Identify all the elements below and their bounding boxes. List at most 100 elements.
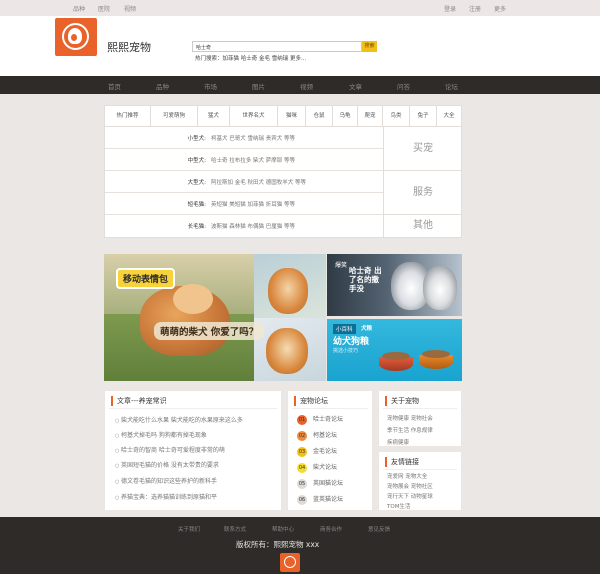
food-bowl-icon: [379, 352, 413, 371]
dog-shape: [266, 328, 308, 374]
buy-pets-link[interactable]: 买宠: [383, 127, 462, 171]
forum-link[interactable]: 05 英国猫论坛: [297, 478, 343, 489]
tab-all[interactable]: 大全: [437, 106, 461, 127]
friend-link[interactable]: 宠物展会 宠物社区: [387, 482, 433, 492]
category-row-medium-dogs: 中型犬: 哈士奇 拉布拉多 柴犬 萨摩耶 等等: [105, 149, 383, 171]
row-items[interactable]: 英短猫 美短猫 加菲猫 折耳猫 等等: [211, 200, 295, 208]
site-logo[interactable]: [55, 18, 97, 56]
more-link[interactable]: 更多: [494, 4, 506, 13]
forum-link[interactable]: 02 柯基论坛: [297, 430, 337, 441]
row-items[interactable]: 柯基犬 巴哥犬 雪纳瑞 贵宾犬 等等: [211, 134, 295, 142]
footer-link-about[interactable]: 关于我们: [178, 525, 200, 533]
food-bowl-icon: [419, 350, 453, 369]
row-label: 大型犬:: [187, 180, 206, 186]
site-header: 熙熙宠物 哈士奇 搜索 热门搜索：加菲猫 哈士奇 金毛 雪纳瑞 更多...: [0, 16, 600, 76]
forum-link[interactable]: 01 哈士奇论坛: [297, 414, 343, 425]
tab-birds[interactable]: 鸟类: [383, 106, 410, 127]
friend-link[interactable]: 宠爱网 宠物大全: [387, 472, 433, 482]
rank-badge: 02: [297, 431, 307, 441]
about-link[interactable]: 宠物健康 宠物社会: [387, 413, 433, 425]
tab-reptile[interactable]: 爬宠: [358, 106, 383, 127]
nav-breeds[interactable]: 品种: [156, 81, 169, 91]
friend-link[interactable]: TOM生活: [387, 502, 433, 512]
forum-link[interactable]: 03 金毛论坛: [297, 446, 337, 457]
friend-links-panel: 友情链接 宠爱网 宠物大全 宠物展会 宠物社区 宠行天下 动物星球 TOM生活: [378, 451, 462, 511]
tab-hot[interactable]: 热门推荐: [105, 106, 151, 127]
login-link[interactable]: 登录: [444, 4, 456, 13]
other-link[interactable]: 其他: [383, 215, 462, 237]
pet-logo-icon: [284, 556, 296, 568]
kibble: [422, 350, 450, 358]
article-link[interactable]: 养猫宝典：选养猫猫训练到原猫和平: [115, 492, 217, 501]
tab-cats[interactable]: 猫咪: [278, 106, 306, 127]
row-items[interactable]: 波斯猫 森林猫 布偶猫 巴厘猫 等等: [211, 222, 295, 230]
encyclopedia-badge: 小百科: [333, 324, 356, 334]
top-utility-bar: 品种 医院 视频 登录 注册 更多: [0, 0, 600, 16]
tab-rabbit[interactable]: 兔子: [410, 106, 437, 127]
rank-badge: 04: [297, 463, 307, 473]
article-link[interactable]: 哈士奇的智商 哈士奇可爱程度非常的萌: [115, 445, 225, 454]
divider: [292, 408, 368, 409]
tab-famous-dogs[interactable]: 世界名犬: [230, 106, 278, 127]
category-row-large-dogs: 大型犬: 阿拉斯加 金毛 秋田犬 德国牧羊犬 等等: [105, 171, 383, 193]
banner-puppy-food[interactable]: 小百科 犬粮 幼犬狗粮 挑选小技巧: [327, 319, 462, 381]
nav-videos[interactable]: 视频: [300, 81, 313, 91]
forum-link[interactable]: 04 柴犬论坛: [297, 462, 337, 473]
banner-shiba-inu[interactable]: 移动表情包 萌萌的柴犬 你爱了吗？: [104, 254, 326, 381]
category-row-longhair-cats: 长毛猫: 波斯猫 森林猫 布偶猫 巴厘猫 等等: [105, 215, 383, 237]
nav-qa[interactable]: 问答: [397, 81, 410, 91]
puppy-food-subtitle: 挑选小技巧: [333, 348, 359, 354]
nav-articles[interactable]: 文章: [349, 81, 362, 91]
top-link-video[interactable]: 视频: [124, 4, 136, 13]
search-input[interactable]: 哈士奇: [192, 41, 362, 52]
category-panel: 热门推荐 可爱萌狗 猛犬 世界名犬 猫咪 仓鼠 乌龟 爬宠 鸟类 兔子 大全 小…: [104, 105, 462, 238]
nav-home[interactable]: 首页: [108, 81, 121, 91]
footer-link-feedback[interactable]: 意见反馈: [368, 525, 390, 533]
top-link-hospital[interactable]: 医院: [98, 4, 110, 13]
footer-logo[interactable]: [280, 553, 300, 572]
dog-food-label: 犬粮: [361, 326, 373, 332]
nav-forum[interactable]: 论坛: [445, 81, 458, 91]
search-button[interactable]: 搜索: [362, 41, 377, 52]
pet-logo-inner: [71, 34, 77, 41]
shiba-portrait-bottom: [254, 318, 326, 381]
husky-small-text: 爆笑: [335, 262, 348, 269]
articles-panel: 文章---养宠常识 柴犬能吃什么水果 柴犬能吃的水果原来这么多 柯基犬掉毛吗 狗…: [104, 390, 282, 511]
forum-link[interactable]: 06 蓝英猫论坛: [297, 494, 343, 505]
category-row-small-dogs: 小型犬: 柯基犬 巴哥犬 雪纳瑞 贵宾犬 等等: [105, 127, 383, 149]
tab-cute-dogs[interactable]: 可爱萌狗: [151, 106, 198, 127]
article-link[interactable]: 柴犬能吃什么水果 柴犬能吃的水果原来这么多: [115, 415, 243, 424]
footer-link-business[interactable]: 商务合作: [320, 525, 342, 533]
tab-turtle[interactable]: 乌龟: [333, 106, 358, 127]
top-link-breeds[interactable]: 品种: [73, 4, 85, 13]
about-title: 关于宠物: [385, 396, 419, 406]
brand-name: 熙熙宠物: [107, 41, 151, 54]
forum-label: 柯基论坛: [313, 432, 338, 439]
nav-pictures[interactable]: 图片: [252, 81, 265, 91]
footer-link-contact[interactable]: 联系方式: [224, 525, 246, 533]
tab-hamster[interactable]: 仓鼠: [306, 106, 333, 127]
banner-husky[interactable]: 爆笑 哈士奇 出了名的撒手没: [327, 254, 462, 316]
nav-market[interactable]: 市场: [204, 81, 217, 91]
about-link[interactable]: 季节生活 作息规律: [387, 425, 433, 437]
footer-link-help[interactable]: 帮助中心: [272, 525, 294, 533]
rank-badge: 05: [297, 479, 307, 489]
row-label: 短毛猫:: [187, 202, 206, 208]
forum-label: 蓝英猫论坛: [313, 496, 344, 503]
forum-panel: 宠物论坛 01 哈士奇论坛 02 柯基论坛 03 金毛论坛 04 柴犬论坛 05 英国猫论…: [287, 390, 373, 511]
emoji-pack-tag: 移动表情包: [116, 268, 176, 289]
tab-fierce-dogs[interactable]: 猛犬: [198, 106, 230, 127]
friend-link[interactable]: 宠行天下 动物星球: [387, 492, 433, 502]
hot-searches[interactable]: 热门搜索：加菲猫 哈士奇 金毛 雪纳瑞 更多...: [195, 54, 306, 62]
article-link[interactable]: 德文卷毛猫的知识这些养护的新科手: [115, 476, 217, 485]
services-link[interactable]: 服务: [383, 171, 462, 215]
divider: [109, 408, 277, 409]
about-link[interactable]: 疾病健康: [387, 437, 433, 449]
row-items[interactable]: 哈士奇 拉布拉多 柴犬 萨摩耶 等等: [211, 156, 295, 164]
category-row-shorthair-cats: 短毛猫: 英短猫 美短猫 加菲猫 折耳猫 等等: [105, 193, 383, 215]
article-link[interactable]: 柯基犬掉毛吗 狗狗都有掉毛现象: [115, 430, 207, 439]
row-items[interactable]: 阿拉斯加 金毛 秋田犬 德国牧羊犬 等等: [211, 178, 306, 186]
forum-label: 金毛论坛: [313, 448, 338, 455]
article-link[interactable]: 英国短毛猫的价格 没有太带贵的要求: [115, 460, 219, 469]
register-link[interactable]: 注册: [469, 4, 481, 13]
